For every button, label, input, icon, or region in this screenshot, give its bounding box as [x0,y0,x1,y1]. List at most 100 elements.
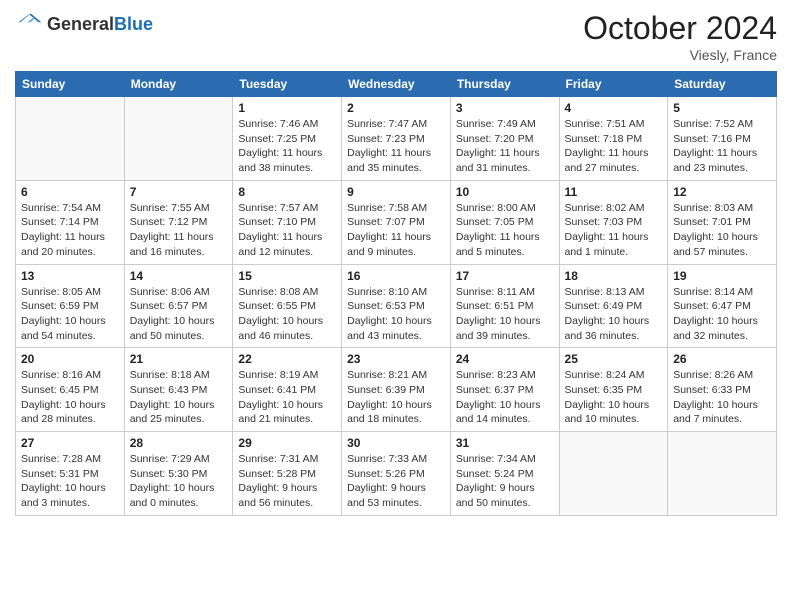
calendar-cell: 22Sunrise: 8:19 AMSunset: 6:41 PMDayligh… [233,348,342,432]
calendar-cell: 9Sunrise: 7:58 AMSunset: 7:07 PMDaylight… [342,180,451,264]
day-number: 25 [565,352,663,366]
day-number: 21 [130,352,228,366]
day-number: 23 [347,352,445,366]
day-info: Sunrise: 7:58 AMSunset: 7:07 PMDaylight:… [347,201,445,260]
day-info: Sunrise: 7:33 AMSunset: 5:26 PMDaylight:… [347,452,445,511]
day-number: 12 [673,185,771,199]
day-info: Sunrise: 7:29 AMSunset: 5:30 PMDaylight:… [130,452,228,511]
calendar-cell: 6Sunrise: 7:54 AMSunset: 7:14 PMDaylight… [16,180,125,264]
calendar-cell: 5 Sunrise: 7:52 AMSunset: 7:16 PMDaylight… [668,97,777,181]
month-title: October 2024 [583,10,777,47]
calendar-week-4: 20 Sunrise: 8:16 AMSunset: 6:45 PMDayligh… [16,348,777,432]
day-number: 13 [21,269,119,283]
weekday-header-saturday: Saturday [668,72,777,97]
day-info: Sunrise: 8:21 AMSunset: 6:39 PMDaylight:… [347,368,445,427]
day-number: 19 [673,269,771,283]
day-number: 15 [238,269,336,283]
calendar-cell: 4 Sunrise: 7:51 AMSunset: 7:18 PMDaylight… [559,97,668,181]
day-number: 20 [21,352,119,366]
day-info: Sunrise: 8:19 AMSunset: 6:41 PMDaylight:… [238,368,336,427]
calendar-cell: 8 Sunrise: 7:57 AMSunset: 7:10 PMDaylight… [233,180,342,264]
day-info: Sunrise: 8:05 AMSunset: 6:59 PMDaylight:… [21,285,119,344]
day-number: 26 [673,352,771,366]
calendar-cell: 16 Sunrise: 8:10 AMSunset: 6:53 PMDayligh… [342,264,451,348]
calendar-cell [559,432,668,516]
calendar-week-2: 6Sunrise: 7:54 AMSunset: 7:14 PMDaylight… [16,180,777,264]
day-info: Sunrise: 8:06 AMSunset: 6:57 PMDaylight:… [130,285,228,344]
logo-icon [15,10,43,38]
logo-general: General [47,14,114,34]
day-info: Sunrise: 8:14 AMSunset: 6:47 PMDaylight:… [673,285,771,344]
logo-blue: Blue [114,14,153,34]
calendar-cell: 28 Sunrise: 7:29 AMSunset: 5:30 PMDayligh… [124,432,233,516]
day-number: 27 [21,436,119,450]
day-number: 29 [238,436,336,450]
day-number: 10 [456,185,554,199]
day-info: Sunrise: 8:02 AMSunset: 7:03 PMDaylight:… [565,201,663,260]
day-info: Sunrise: 7:51 AMSunset: 7:18 PMDaylight:… [565,117,663,176]
day-info: Sunrise: 8:08 AMSunset: 6:55 PMDaylight:… [238,285,336,344]
calendar-cell: 31Sunrise: 7:34 AMSunset: 5:24 PMDayligh… [450,432,559,516]
calendar-cell: 14 Sunrise: 8:06 AMSunset: 6:57 PMDayligh… [124,264,233,348]
calendar-body: 1 Sunrise: 7:46 AMSunset: 7:25 PMDaylight… [16,97,777,516]
day-number: 5 [673,101,771,115]
day-number: 28 [130,436,228,450]
calendar-cell: 1 Sunrise: 7:46 AMSunset: 7:25 PMDaylight… [233,97,342,181]
day-info: Sunrise: 8:16 AMSunset: 6:45 PMDaylight:… [21,368,119,427]
day-number: 2 [347,101,445,115]
day-number: 16 [347,269,445,283]
day-number: 14 [130,269,228,283]
day-number: 11 [565,185,663,199]
calendar-cell [668,432,777,516]
day-info: Sunrise: 8:03 AMSunset: 7:01 PMDaylight:… [673,201,771,260]
day-number: 1 [238,101,336,115]
day-info: Sunrise: 8:26 AMSunset: 6:33 PMDaylight:… [673,368,771,427]
weekday-header-row: SundayMondayTuesdayWednesdayThursdayFrid… [16,72,777,97]
calendar-cell: 12 Sunrise: 8:03 AMSunset: 7:01 PMDayligh… [668,180,777,264]
calendar-cell: 15 Sunrise: 8:08 AMSunset: 6:55 PMDayligh… [233,264,342,348]
calendar-cell: 23 Sunrise: 8:21 AMSunset: 6:39 PMDayligh… [342,348,451,432]
day-info: Sunrise: 8:13 AMSunset: 6:49 PMDaylight:… [565,285,663,344]
day-info: Sunrise: 7:28 AMSunset: 5:31 PMDaylight:… [21,452,119,511]
day-info: Sunrise: 8:00 AMSunset: 7:05 PMDaylight:… [456,201,554,260]
day-info: Sunrise: 7:47 AMSunset: 7:23 PMDaylight:… [347,117,445,176]
day-info: Sunrise: 7:54 AMSunset: 7:14 PMDaylight:… [21,201,119,260]
day-info: Sunrise: 7:57 AMSunset: 7:10 PMDaylight:… [238,201,336,260]
calendar-week-3: 13 Sunrise: 8:05 AMSunset: 6:59 PMDayligh… [16,264,777,348]
weekday-header-tuesday: Tuesday [233,72,342,97]
calendar-week-1: 1 Sunrise: 7:46 AMSunset: 7:25 PMDaylight… [16,97,777,181]
calendar-cell: 24Sunrise: 8:23 AMSunset: 6:37 PMDayligh… [450,348,559,432]
day-info: Sunrise: 7:31 AMSunset: 5:28 PMDaylight:… [238,452,336,511]
day-number: 8 [238,185,336,199]
day-number: 18 [565,269,663,283]
logo: GeneralBlue [15,10,153,38]
calendar-cell: 7Sunrise: 7:55 AMSunset: 7:12 PMDaylight… [124,180,233,264]
day-info: Sunrise: 8:23 AMSunset: 6:37 PMDaylight:… [456,368,554,427]
calendar-header: SundayMondayTuesdayWednesdayThursdayFrid… [16,72,777,97]
calendar-cell: 18 Sunrise: 8:13 AMSunset: 6:49 PMDayligh… [559,264,668,348]
calendar-cell: 30Sunrise: 7:33 AMSunset: 5:26 PMDayligh… [342,432,451,516]
day-info: Sunrise: 7:55 AMSunset: 7:12 PMDaylight:… [130,201,228,260]
calendar-cell: 27 Sunrise: 7:28 AMSunset: 5:31 PMDayligh… [16,432,125,516]
day-number: 17 [456,269,554,283]
day-info: Sunrise: 7:49 AMSunset: 7:20 PMDaylight:… [456,117,554,176]
day-info: Sunrise: 7:52 AMSunset: 7:16 PMDaylight:… [673,117,771,176]
calendar-cell: 11 Sunrise: 8:02 AMSunset: 7:03 PMDayligh… [559,180,668,264]
day-info: Sunrise: 8:24 AMSunset: 6:35 PMDaylight:… [565,368,663,427]
calendar-cell: 21 Sunrise: 8:18 AMSunset: 6:43 PMDayligh… [124,348,233,432]
calendar-cell: 29 Sunrise: 7:31 AMSunset: 5:28 PMDayligh… [233,432,342,516]
day-number: 3 [456,101,554,115]
calendar-table: SundayMondayTuesdayWednesdayThursdayFrid… [15,71,777,516]
weekday-header-sunday: Sunday [16,72,125,97]
day-info: Sunrise: 7:46 AMSunset: 7:25 PMDaylight:… [238,117,336,176]
day-info: Sunrise: 8:10 AMSunset: 6:53 PMDaylight:… [347,285,445,344]
day-info: Sunrise: 8:18 AMSunset: 6:43 PMDaylight:… [130,368,228,427]
logo-text: GeneralBlue [47,14,153,35]
calendar-cell: 13 Sunrise: 8:05 AMSunset: 6:59 PMDayligh… [16,264,125,348]
calendar-week-5: 27 Sunrise: 7:28 AMSunset: 5:31 PMDayligh… [16,432,777,516]
calendar-cell: 25 Sunrise: 8:24 AMSunset: 6:35 PMDayligh… [559,348,668,432]
calendar-cell: 3 Sunrise: 7:49 AMSunset: 7:20 PMDaylight… [450,97,559,181]
calendar-cell: 17Sunrise: 8:11 AMSunset: 6:51 PMDayligh… [450,264,559,348]
day-info: Sunrise: 7:34 AMSunset: 5:24 PMDaylight:… [456,452,554,511]
day-number: 4 [565,101,663,115]
